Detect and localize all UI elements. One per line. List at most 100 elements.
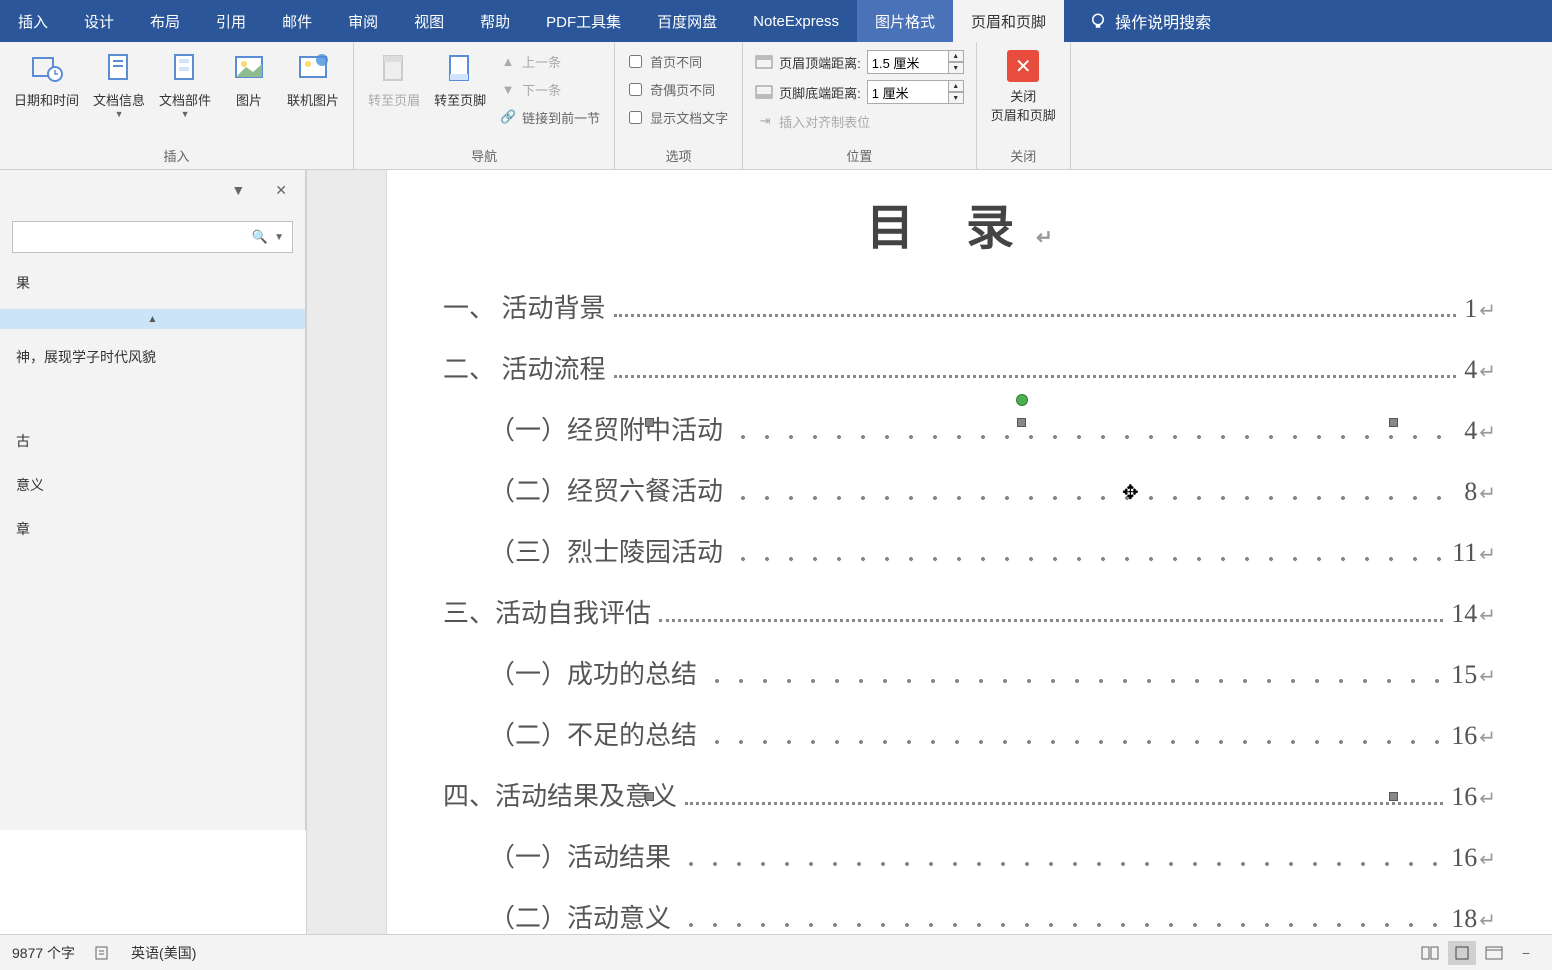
toc-entry[interactable]: （二）经贸六餐活动8 [443, 471, 1496, 508]
online-picture-button[interactable]: 联机图片 [281, 46, 345, 113]
toc-entry[interactable]: （一）活动结果16 [443, 837, 1496, 874]
chevron-down-icon: ▼ [181, 109, 190, 119]
read-mode-button[interactable] [1416, 941, 1444, 965]
group-position-label: 位置 [751, 142, 968, 169]
tab-header-footer[interactable]: 页眉和页脚 [953, 0, 1064, 42]
toc-entry[interactable]: 四、活动结果及意义16 [443, 776, 1496, 813]
toc-entry[interactable]: （三）烈士陵园活动11 [443, 532, 1496, 569]
help-search-label: 操作说明搜索 [1115, 9, 1211, 33]
online-picture-icon [295, 50, 331, 86]
prev-button: ▲上一条 [494, 48, 606, 74]
rotation-handle[interactable] [1016, 394, 1028, 406]
selection-handle-bottom-left[interactable] [645, 792, 654, 801]
tab-design[interactable]: 设计 [66, 0, 132, 42]
chevron-down-icon: ▼ [115, 109, 124, 119]
arrow-down-icon: ▼ [500, 81, 516, 97]
close-header-footer-button[interactable]: ✕ 关闭 页眉和页脚 [985, 46, 1062, 128]
selection-handle-bottom-right[interactable] [1389, 792, 1398, 801]
spinner-down[interactable]: ▼ [948, 62, 964, 74]
tab-layout[interactable]: 布局 [132, 0, 198, 42]
nav-heading-item[interactable]: 神，展现学子时代风貌 [0, 335, 305, 379]
help-search[interactable]: 操作说明搜索 [1074, 9, 1226, 33]
nav-search-input[interactable] [21, 230, 248, 245]
tab-noteexpress[interactable]: NoteExpress [735, 0, 857, 42]
group-nav-label: 导航 [362, 142, 606, 169]
nav-dropdown[interactable]: ▼ [231, 182, 245, 199]
proofing-button[interactable] [95, 945, 111, 961]
toc-entry[interactable]: 一、 活动背景1 [443, 288, 1496, 325]
ribbon-toolbar: 日期和时间 文档信息 ▼ 文档部件 ▼ 图片 联机图片 插入 [0, 42, 1552, 170]
group-insert-label: 插入 [8, 142, 345, 169]
selection-handle-left[interactable] [645, 418, 654, 427]
tab-baidu[interactable]: 百度网盘 [639, 0, 735, 42]
tab-icon: ⇥ [757, 113, 773, 129]
web-layout-button[interactable] [1480, 941, 1508, 965]
spinner-down[interactable]: ▼ [948, 92, 964, 104]
tab-view[interactable]: 视图 [396, 0, 462, 42]
nav-close-button[interactable]: ✕ [275, 182, 287, 199]
tab-references[interactable]: 引用 [198, 0, 264, 42]
group-options: 首页不同 奇偶页不同 显示文档文字 选项 [615, 42, 743, 169]
document-page[interactable]: ✥ 目 录 一、 活动背景1 二、 活动流程4 （一）经贸附中活动4 （二）经贸… [387, 170, 1552, 934]
nav-collapse-toggle[interactable]: ▲ [0, 309, 305, 329]
word-count[interactable]: 9877 个字 [12, 943, 75, 963]
goto-footer-icon [442, 50, 478, 86]
read-mode-icon [1421, 946, 1439, 960]
show-doc-text-checkbox[interactable]: 显示文档文字 [623, 104, 734, 130]
doc-parts-button[interactable]: 文档部件 ▼ [153, 46, 217, 123]
spinner-up[interactable]: ▲ [948, 80, 964, 92]
next-button: ▼下一条 [494, 76, 606, 102]
picture-icon [231, 50, 267, 86]
tab-help[interactable]: 帮助 [462, 0, 528, 42]
tab-insert[interactable]: 插入 [0, 0, 66, 42]
footer-distance-icon [755, 85, 773, 99]
print-layout-button[interactable] [1448, 941, 1476, 965]
nav-heading-item[interactable]: 古 [0, 419, 305, 463]
date-time-button[interactable]: 日期和时间 [8, 46, 85, 113]
tab-review[interactable]: 审阅 [330, 0, 396, 42]
toc-entry[interactable]: （二）活动意义18 [443, 898, 1496, 934]
language-button[interactable]: 英语(美国) [131, 943, 196, 963]
doc-info-button[interactable]: 文档信息 ▼ [87, 46, 151, 123]
toc-entry[interactable]: （二）不足的总结16 [443, 715, 1496, 752]
selection-handle-right[interactable] [1389, 418, 1398, 427]
nav-search-box[interactable]: 🔍 ▼ [12, 221, 293, 253]
status-bar: 9877 个字 英语(美国) − [0, 934, 1552, 970]
goto-footer-button[interactable]: 转至页脚 [428, 46, 492, 113]
footer-distance-row: 页脚底端距离: ▲▼ [751, 78, 968, 106]
header-distance-input[interactable] [867, 50, 949, 74]
toc-entry[interactable]: 三、活动自我评估14 [443, 593, 1496, 630]
search-icon[interactable]: 🔍 [252, 229, 268, 245]
zoom-out-button[interactable]: − [1512, 941, 1540, 965]
table-of-contents: 一、 活动背景1 二、 活动流程4 （一）经贸附中活动4 （二）经贸六餐活动8 … [443, 288, 1496, 934]
chevron-down-icon[interactable]: ▼ [274, 232, 284, 243]
footer-distance-input[interactable] [867, 80, 949, 104]
diff-odd-even-checkbox[interactable]: 奇偶页不同 [623, 76, 734, 102]
toc-entry[interactable]: （一）经贸附中活动4 [443, 410, 1496, 447]
toc-entry[interactable]: 二、 活动流程4 [443, 349, 1496, 386]
goto-header-icon [376, 50, 412, 86]
tab-picture-format[interactable]: 图片格式 [857, 0, 953, 42]
lightbulb-icon [1089, 12, 1107, 30]
spinner-up[interactable]: ▲ [948, 50, 964, 62]
selection-handle-top[interactable] [1017, 418, 1026, 427]
picture-button[interactable]: 图片 [219, 46, 279, 113]
chevron-up-icon: ▲ [148, 314, 158, 325]
group-options-label: 选项 [623, 142, 734, 169]
document-parts-icon [167, 50, 203, 86]
document-area: ✥ 目 录 一、 活动背景1 二、 活动流程4 （一）经贸附中活动4 （二）经贸… [306, 170, 1552, 934]
vertical-ruler[interactable] [307, 170, 387, 934]
toc-entry[interactable]: （一）成功的总结15 [443, 654, 1496, 691]
calendar-clock-icon [29, 50, 65, 86]
group-navigation: 转至页眉 转至页脚 ▲上一条 ▼下一条 🔗链接到前一节 导航 [354, 42, 615, 169]
nav-heading-item[interactable]: 意义 [0, 463, 305, 507]
document-title: 目 录 [443, 188, 1496, 258]
tab-pdf-tools[interactable]: PDF工具集 [528, 0, 639, 42]
link-prev-button[interactable]: 🔗链接到前一节 [494, 104, 606, 130]
tab-mailings[interactable]: 邮件 [264, 0, 330, 42]
group-close-label: 关闭 [985, 142, 1062, 169]
nav-heading-item[interactable]: 章 [0, 507, 305, 551]
group-close: ✕ 关闭 页眉和页脚 关闭 [977, 42, 1071, 169]
web-layout-icon [1485, 946, 1503, 960]
diff-first-checkbox[interactable]: 首页不同 [623, 48, 734, 74]
